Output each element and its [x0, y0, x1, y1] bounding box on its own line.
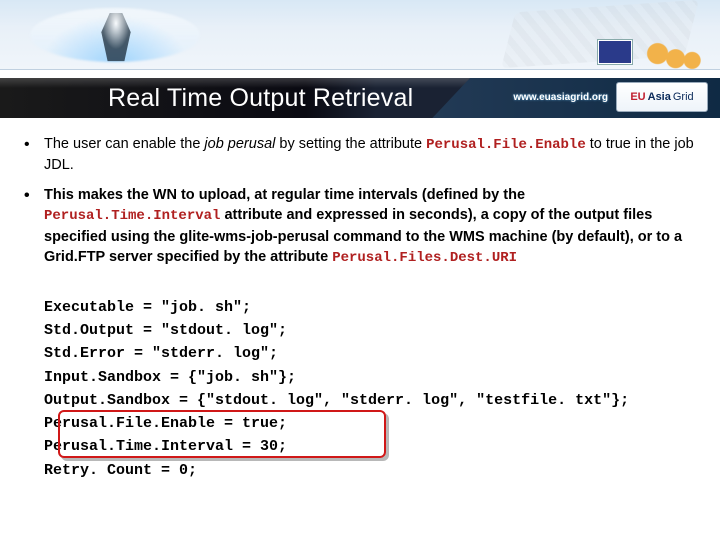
jdl-code-block: Executable = "job. sh";Std.Output = "std…: [44, 296, 698, 482]
brand-url: www.euasiagrid.org: [513, 92, 608, 103]
text-run: by setting the attribute: [275, 136, 426, 152]
italic-text: job perusal: [204, 136, 275, 152]
code-line: Std.Output = "stdout. log";: [44, 319, 698, 342]
code-line: Input.Sandbox = {"job. sh"};: [44, 366, 698, 389]
code-line: Executable = "job. sh";: [44, 296, 698, 319]
brand-grid: Grid: [673, 91, 694, 103]
code-inline: Perusal.Time.Interval: [44, 208, 220, 224]
slide-content: The user can enable the job perusal by s…: [22, 134, 698, 482]
eu-flag-icon: [598, 40, 632, 64]
brand-logo: EUAsiaGrid: [616, 82, 708, 112]
slide-title: Real Time Output Retrieval: [108, 84, 413, 113]
title-bar: Real Time Output Retrieval www.euasiagri…: [0, 78, 720, 118]
code-inline: Perusal.File.Enable: [426, 137, 586, 153]
bullet-item: This makes the WN to upload, at regular …: [22, 185, 698, 268]
code-inline: Perusal.Files.Dest.URI: [332, 250, 517, 266]
code-line: Std.Error = "stderr. log";: [44, 342, 698, 365]
code-line: Perusal.File.Enable = true;: [44, 412, 698, 435]
brand-eu: EU: [630, 91, 645, 103]
code-line: Output.Sandbox = {"stdout. log", "stderr…: [44, 389, 698, 412]
brand-block: www.euasiagrid.org EUAsiaGrid: [513, 82, 708, 112]
asia-map-icon: [636, 40, 708, 74]
bullet-item: The user can enable the job perusal by s…: [22, 134, 698, 175]
bullet-list: The user can enable the job perusal by s…: [22, 134, 698, 268]
code-line: Retry. Count = 0;: [44, 459, 698, 482]
brand-flag-map: [598, 40, 708, 74]
text-run: This makes the WN to upload, at regular …: [44, 187, 525, 203]
text-run: The user can enable the: [44, 136, 204, 152]
brand-asia: Asia: [648, 91, 671, 103]
code-line: Perusal.Time.Interval = 30;: [44, 435, 698, 458]
